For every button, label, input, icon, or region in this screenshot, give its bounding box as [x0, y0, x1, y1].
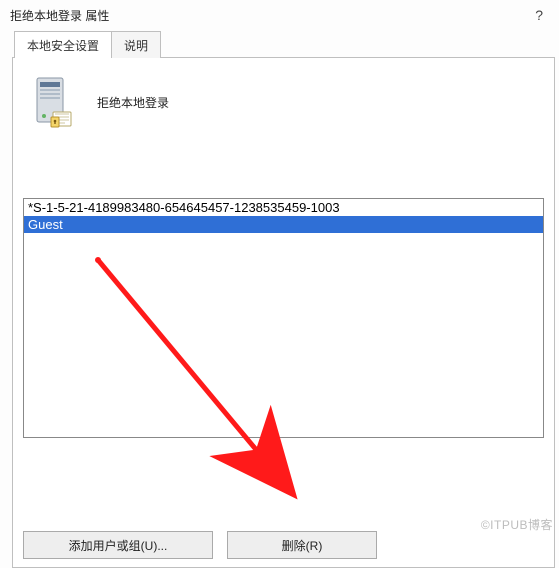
tab-local-security[interactable]: 本地安全设置: [14, 31, 112, 58]
window-title: 拒绝本地登录 属性: [10, 7, 109, 24]
policy-name: 拒绝本地登录: [97, 94, 169, 111]
tab-label: 本地安全设置: [27, 39, 99, 53]
list-item[interactable]: *S-1-5-21-4189983480-654645457-123853545…: [24, 199, 543, 216]
tab-panel: 拒绝本地登录 *S-1-5-21-4189983480-654645457-12…: [12, 58, 555, 568]
server-icon: [31, 76, 75, 128]
tab-strip: 本地安全设置 说明: [0, 30, 559, 58]
button-row: 添加用户或组(U)... 删除(R): [23, 531, 377, 559]
tab-description[interactable]: 说明: [111, 31, 161, 58]
help-button[interactable]: ?: [529, 5, 549, 25]
titlebar: 拒绝本地登录 属性 ?: [0, 0, 559, 30]
add-user-button[interactable]: 添加用户或组(U)...: [23, 531, 213, 559]
policy-header: 拒绝本地登录: [13, 58, 554, 138]
remove-button[interactable]: 删除(R): [227, 531, 377, 559]
list-item[interactable]: Guest: [24, 216, 543, 233]
tab-label: 说明: [124, 39, 148, 53]
user-listbox[interactable]: *S-1-5-21-4189983480-654645457-123853545…: [23, 198, 544, 438]
